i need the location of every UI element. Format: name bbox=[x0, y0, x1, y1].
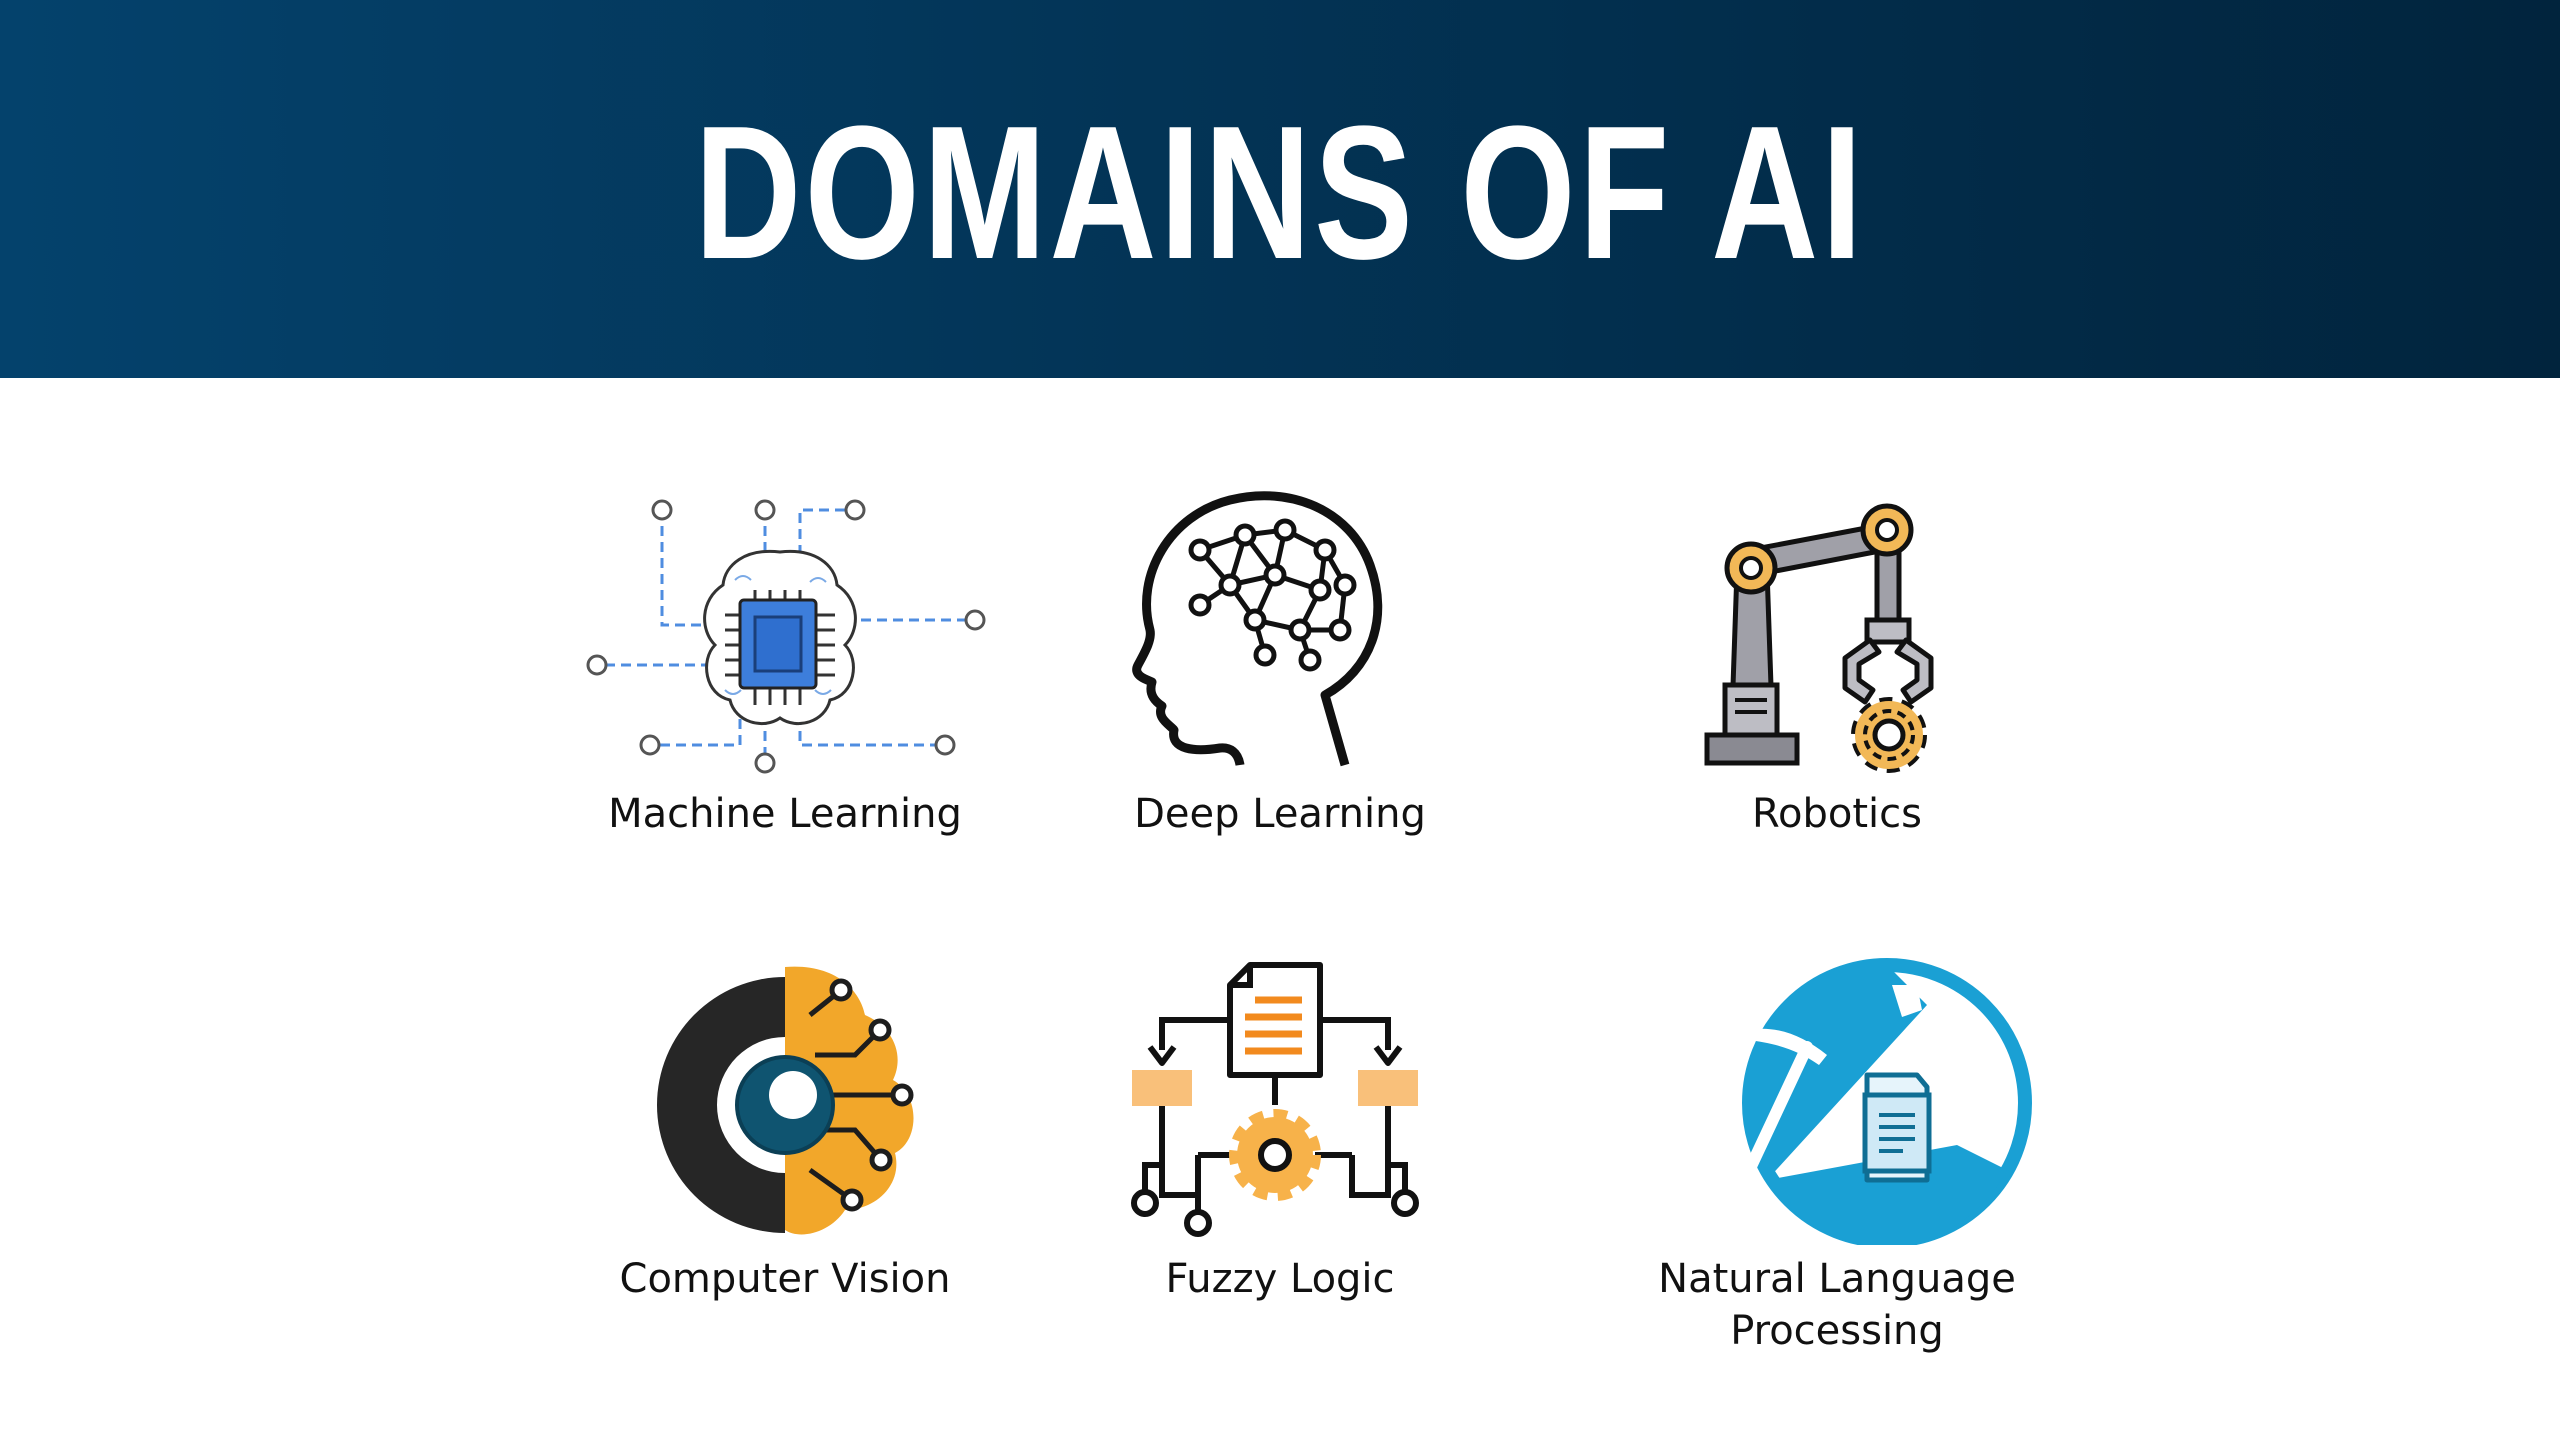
domain-label: Computer Vision bbox=[619, 1256, 951, 1302]
domain-label: Deep Learning bbox=[1134, 791, 1426, 837]
neural-head-icon bbox=[1132, 491, 1383, 767]
robot-arm-icon bbox=[1704, 503, 1934, 773]
domain-label: Natural Language Processing bbox=[1658, 1256, 2016, 1354]
pickaxe-document-icon bbox=[1741, 958, 2032, 1245]
domain-label: Robotics bbox=[1752, 791, 1922, 837]
gear-eye-brain-icon bbox=[657, 966, 914, 1235]
domain-fuzzy-logic: Fuzzy Logic bbox=[1020, 955, 1540, 1305]
document-flow-gear-icon bbox=[1131, 962, 1419, 1237]
domain-robotics: Robotics bbox=[1577, 490, 2097, 840]
domain-deep-learning: Deep Learning bbox=[1020, 480, 1540, 840]
page-title: DOMAINS OF AI bbox=[694, 87, 1866, 299]
domain-label: Fuzzy Logic bbox=[1165, 1256, 1395, 1302]
chip-brain-icon bbox=[586, 499, 986, 774]
domain-natural-language-processing: Natural Language Processing bbox=[1577, 955, 2097, 1357]
domain-computer-vision: Computer Vision bbox=[525, 955, 1045, 1305]
domain-machine-learning: Machine Learning bbox=[525, 490, 1045, 840]
domain-label: Machine Learning bbox=[608, 791, 962, 837]
